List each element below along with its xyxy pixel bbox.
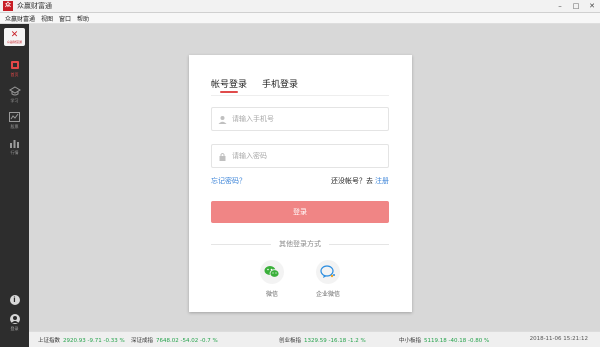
menu-item-help[interactable]: 帮助 xyxy=(77,14,89,23)
other-login-label: 其他登录方式 xyxy=(279,240,321,248)
minimize-button[interactable]: – xyxy=(552,0,568,13)
line-chart-icon xyxy=(9,111,20,122)
ticker-name: 上证指数 xyxy=(38,338,61,344)
sidebar-item-learn[interactable]: 学习 xyxy=(0,82,29,107)
info-icon: i xyxy=(9,295,20,305)
brand-text: 众赢财富通 xyxy=(6,39,22,44)
brand-mark-icon: ✕ xyxy=(10,29,19,40)
window-title: 众赢财富通 xyxy=(17,2,52,10)
sidebar-item-label: 行情 xyxy=(10,149,19,155)
phone-input[interactable] xyxy=(232,115,382,123)
ticker-value: 7648.02 -54.02 -0.7 % xyxy=(156,338,218,344)
ticker-name: 创业板指 xyxy=(279,338,302,344)
sidebar-item-label: 学习 xyxy=(10,97,19,103)
graduation-cap-icon xyxy=(8,85,21,96)
user-icon xyxy=(217,114,227,124)
menu-bar: 众赢财富通 视图 窗口 帮助 xyxy=(0,13,600,24)
menu-item-view[interactable]: 视图 xyxy=(41,14,53,23)
wechat-icon xyxy=(260,260,284,284)
market-status-bar: 上证指数 2920.93 -9.71 -0.33 % 深证成指 7648.02 -5… xyxy=(29,331,600,347)
divider-line xyxy=(329,243,389,245)
window-controls: – □ ✕ xyxy=(552,0,600,13)
ticker-sme: 中小板指 5119.18 -40.18 -0.80 % xyxy=(399,336,489,344)
sidebar-user-label: 登录 xyxy=(10,326,19,331)
home-icon xyxy=(10,60,20,70)
close-button[interactable]: ✕ xyxy=(584,0,600,13)
ticker-value: 5119.18 -40.18 -0.80 % xyxy=(424,338,490,344)
menu-item-window[interactable]: 窗口 xyxy=(59,14,71,23)
tab-phone-login[interactable]: 手机登录 xyxy=(262,77,298,90)
wechat-label: 微信 xyxy=(265,291,278,298)
wecom-login[interactable]: 企业微信 xyxy=(308,260,348,298)
ticker-shanghai: 上证指数 2920.93 -9.71 -0.33 % xyxy=(38,336,125,344)
app-window: 众 众赢财富通 – □ ✕ 众赢财富通 视图 窗口 帮助 ✕ 众赢财富通 首页 xyxy=(0,0,600,347)
active-tab-indicator xyxy=(220,91,238,93)
register-prompt: 还没帐号？去 注册 xyxy=(331,176,389,186)
login-tabs: 帐号登录 手机登录 xyxy=(211,77,389,96)
sidebar: ✕ 众赢财富通 首页 学习 股票 行情 i 登录 xyxy=(0,24,29,347)
wechat-login[interactable]: 微信 xyxy=(252,260,292,298)
password-field[interactable] xyxy=(211,144,389,168)
ticker-name: 深证成指 xyxy=(131,338,154,344)
wecom-label: 企业微信 xyxy=(315,291,340,298)
ticker-value: 2920.93 -9.71 -0.33 % xyxy=(63,338,125,344)
register-link[interactable]: 注册 xyxy=(375,177,389,185)
lock-icon xyxy=(217,151,227,161)
sidebar-info[interactable]: i xyxy=(0,295,29,305)
phone-field[interactable] xyxy=(211,107,389,131)
other-login-divider: 其他登录方式 xyxy=(211,239,389,249)
sidebar-item-label: 首页 xyxy=(10,71,19,77)
bar-chart-icon xyxy=(9,138,20,148)
ticker-name: 中小板指 xyxy=(399,338,422,344)
sidebar-item-market[interactable]: 行情 xyxy=(0,134,29,159)
user-avatar-icon xyxy=(9,314,20,324)
app-logo-icon: 众 xyxy=(3,1,13,11)
login-button[interactable]: 登录 xyxy=(211,201,389,223)
forgot-password-link[interactable]: 忘记密码？ xyxy=(211,176,246,186)
no-account-text: 还没帐号？去 xyxy=(331,177,373,185)
tab-account-login[interactable]: 帐号登录 xyxy=(211,77,247,90)
sidebar-item-label: 股票 xyxy=(10,123,19,129)
sidebar-user[interactable]: 登录 xyxy=(0,314,29,332)
brand-logo: ✕ 众赢财富通 xyxy=(4,28,25,46)
ticker-shenzhen: 深证成指 7648.02 -54.02 -0.7 % xyxy=(131,336,218,344)
login-dialog: 帐号登录 手机登录 忘记密码？ 还没帐号？去 xyxy=(189,55,412,312)
ticker-value: 1329.59 -16.18 -1.2 % xyxy=(304,338,366,344)
divider-line xyxy=(211,243,271,245)
ticker-chinext: 创业板指 1329.59 -16.18 -1.2 % xyxy=(279,336,366,344)
menu-item-app[interactable]: 众赢财富通 xyxy=(5,14,35,23)
maximize-button[interactable]: □ xyxy=(568,0,584,13)
status-time: 2018-11-06 15:21:12 xyxy=(529,336,588,342)
wecom-icon xyxy=(316,260,340,284)
password-input[interactable] xyxy=(232,152,382,160)
title-bar: 众 众赢财富通 – □ ✕ xyxy=(0,0,600,13)
sidebar-item-stock[interactable]: 股票 xyxy=(0,108,29,133)
sidebar-item-home[interactable]: 首页 xyxy=(0,56,29,81)
